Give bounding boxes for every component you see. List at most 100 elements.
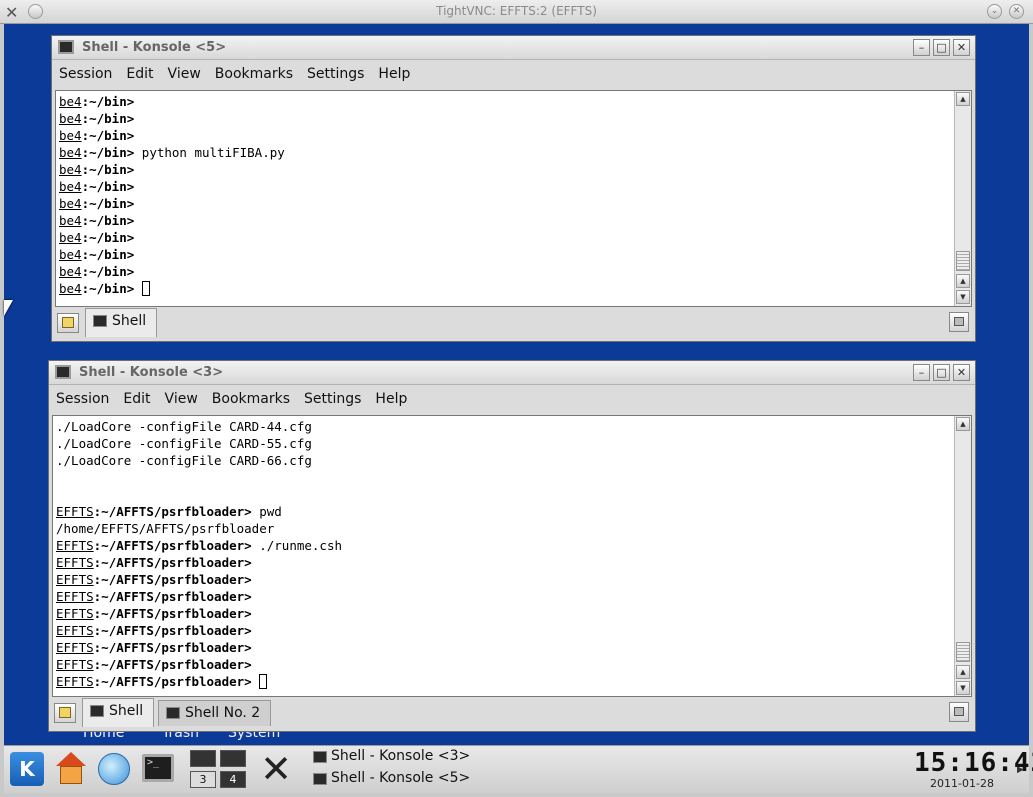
- menu-edit[interactable]: Edit: [126, 66, 153, 82]
- scroll-down-button[interactable]: ▼: [956, 681, 970, 695]
- desktop-pager-3[interactable]: 3: [190, 771, 216, 788]
- konsole-3-titlebar[interactable]: Shell - Konsole <3> – □ ✕: [49, 361, 975, 385]
- tab-shell[interactable]: Shell: [82, 698, 155, 727]
- prompt-path: :~/bin>: [81, 145, 135, 160]
- scroll-down-button[interactable]: ▼: [956, 290, 970, 304]
- scroll-up-button[interactable]: ▲: [956, 92, 970, 106]
- tab-label: Shell No. 2: [185, 705, 261, 721]
- terminal-line: be4:~/bin>: [59, 161, 285, 178]
- scroll-up-button[interactable]: ▲: [956, 274, 970, 288]
- terminal-line: EFFTS:~/AFFTS/psrfbloader>: [56, 622, 342, 639]
- terminal-line: be4:~/bin>: [59, 263, 285, 280]
- konsole-5-tabbar: Shell: [52, 308, 975, 338]
- vnc-minimize-button[interactable]: ⌄: [987, 4, 1002, 19]
- terminal-icon: [313, 751, 327, 763]
- terminal-line: EFFTS:~/AFFTS/psrfbloader>: [56, 673, 342, 690]
- prompt-path: :~/AFFTS/psrfbloader>: [93, 572, 252, 587]
- menu-settings[interactable]: Settings: [307, 66, 364, 82]
- prompt-path: :~/AFFTS/psrfbloader>: [93, 657, 252, 672]
- konsole-5-title: Shell - Konsole <5>: [82, 40, 227, 55]
- terminal-icon: [90, 705, 104, 717]
- scroll-up-button[interactable]: ▲: [956, 417, 970, 431]
- terminal-line: be4:~/bin>: [59, 246, 285, 263]
- terminal-launcher-icon[interactable]: >_: [142, 754, 174, 782]
- menu-view[interactable]: View: [168, 66, 201, 82]
- close-button[interactable]: ✕: [953, 364, 970, 381]
- konsole-window-3[interactable]: Shell - Konsole <3> – □ ✕ Session Edit V…: [48, 360, 976, 732]
- minimize-button[interactable]: –: [913, 39, 930, 56]
- scroll-thumb[interactable]: [956, 251, 970, 271]
- menu-bookmarks[interactable]: Bookmarks: [215, 66, 293, 82]
- prompt-path: :~/AFFTS/psrfbloader>: [93, 555, 252, 570]
- prompt-path: :~/AFFTS/psrfbloader>: [93, 606, 252, 621]
- prompt-path: :~/bin>: [81, 111, 135, 126]
- prompt-host: EFFTS: [56, 589, 94, 604]
- task-label: Shell - Konsole <3>: [331, 748, 471, 764]
- clock-time[interactable]: 15:16:42: [914, 748, 1033, 778]
- close-button[interactable]: ✕: [953, 39, 970, 56]
- konsole-5-terminal[interactable]: be4:~/bin> be4:~/bin> be4:~/bin> be4:~/bin>…: [55, 90, 972, 307]
- terminal-scrollbar[interactable]: ▲ ▲ ▼: [954, 416, 971, 696]
- menu-bookmarks[interactable]: Bookmarks: [212, 391, 290, 407]
- tab-shell[interactable]: Shell: [85, 308, 158, 337]
- desktop-pager-4[interactable]: 4: [220, 771, 246, 788]
- taskbar-panel: K >_ 3 4 ✕ Shell - Konsole <3> Shell - K…: [4, 745, 1033, 793]
- kmenu-icon[interactable]: K: [10, 752, 44, 786]
- terminal-line: EFFTS:~/AFFTS/psrfbloader>: [56, 605, 342, 622]
- maximize-button[interactable]: □: [933, 39, 950, 56]
- terminal-line: be4:~/bin>: [59, 178, 285, 195]
- prompt-path: :~/bin>: [81, 94, 135, 109]
- home-icon[interactable]: [54, 752, 88, 786]
- prompt-path: :~/bin>: [81, 179, 135, 194]
- scroll-thumb[interactable]: [956, 642, 970, 662]
- konsole-5-menubar: Session Edit View Bookmarks Settings Hel…: [52, 60, 975, 88]
- terminal-line: EFFTS:~/AFFTS/psrfbloader>: [56, 571, 342, 588]
- menu-edit[interactable]: Edit: [123, 391, 150, 407]
- scroll-up-button[interactable]: ▲: [956, 665, 970, 679]
- close-tab-button[interactable]: [949, 702, 969, 722]
- vnc-close-button[interactable]: ✕: [1009, 4, 1024, 19]
- tab-shell-no-2[interactable]: Shell No. 2: [158, 700, 272, 726]
- konsole-3-terminal[interactable]: ./LoadCore -configFile CARD-44.cfg ./Load…: [52, 415, 972, 697]
- panel-arrow-icon[interactable]: ▶: [1017, 765, 1024, 775]
- prompt-host: be4: [59, 111, 82, 126]
- terminal-scrollbar[interactable]: ▲ ▲ ▼: [954, 91, 971, 306]
- maximize-button[interactable]: □: [933, 364, 950, 381]
- terminal-line: be4:~/bin>: [59, 280, 285, 297]
- browser-globe-icon[interactable]: [98, 753, 130, 785]
- menu-view[interactable]: View: [165, 391, 198, 407]
- menu-session[interactable]: Session: [56, 391, 109, 407]
- new-tab-button[interactable]: [54, 703, 76, 723]
- clock-date: 2011-01-28: [930, 777, 994, 790]
- minimize-button[interactable]: –: [913, 364, 930, 381]
- menu-help[interactable]: Help: [378, 66, 410, 82]
- terminal-icon: [58, 40, 74, 54]
- task-konsole-3[interactable]: Shell - Konsole <3>: [311, 748, 470, 768]
- close-tab-button[interactable]: [949, 312, 969, 332]
- prompt-path: :~/bin>: [81, 281, 135, 296]
- menu-help[interactable]: Help: [375, 391, 407, 407]
- text-cursor: [259, 674, 268, 689]
- new-tab-button[interactable]: [57, 313, 79, 333]
- prompt-host: be4: [59, 230, 82, 245]
- desktop-pager-2[interactable]: [220, 750, 246, 767]
- prompt-host: be4: [59, 196, 82, 211]
- desktop-pager-1[interactable]: [190, 750, 216, 767]
- mouse-pointer-icon: [4, 300, 13, 316]
- prompt-host: be4: [59, 145, 82, 160]
- command-text: [252, 674, 260, 689]
- x-app-icon[interactable]: ✕: [258, 750, 294, 788]
- prompt-path: :~/bin>: [81, 162, 135, 177]
- task-konsole-5[interactable]: Shell - Konsole <5>: [311, 770, 470, 790]
- menu-settings[interactable]: Settings: [304, 391, 361, 407]
- menu-session[interactable]: Session: [59, 66, 112, 82]
- command-text: python multiFIBA.py: [134, 145, 285, 160]
- terminal-line: /home/EFFTS/AFFTS/psrfbloader: [56, 521, 275, 536]
- terminal-line: EFFTS:~/AFFTS/psrfbloader>: [56, 656, 342, 673]
- task-label: Shell - Konsole <5>: [331, 770, 471, 786]
- terminal-line: ./LoadCore -configFile CARD-44.cfg: [56, 419, 312, 434]
- konsole-5-titlebar[interactable]: Shell - Konsole <5> – □ ✕: [52, 36, 975, 60]
- konsole-window-5[interactable]: Shell - Konsole <5> – □ ✕ Session Edit V…: [51, 35, 976, 342]
- prompt-path: :~/AFFTS/psrfbloader>: [93, 623, 252, 638]
- tab-label: Shell: [112, 313, 147, 329]
